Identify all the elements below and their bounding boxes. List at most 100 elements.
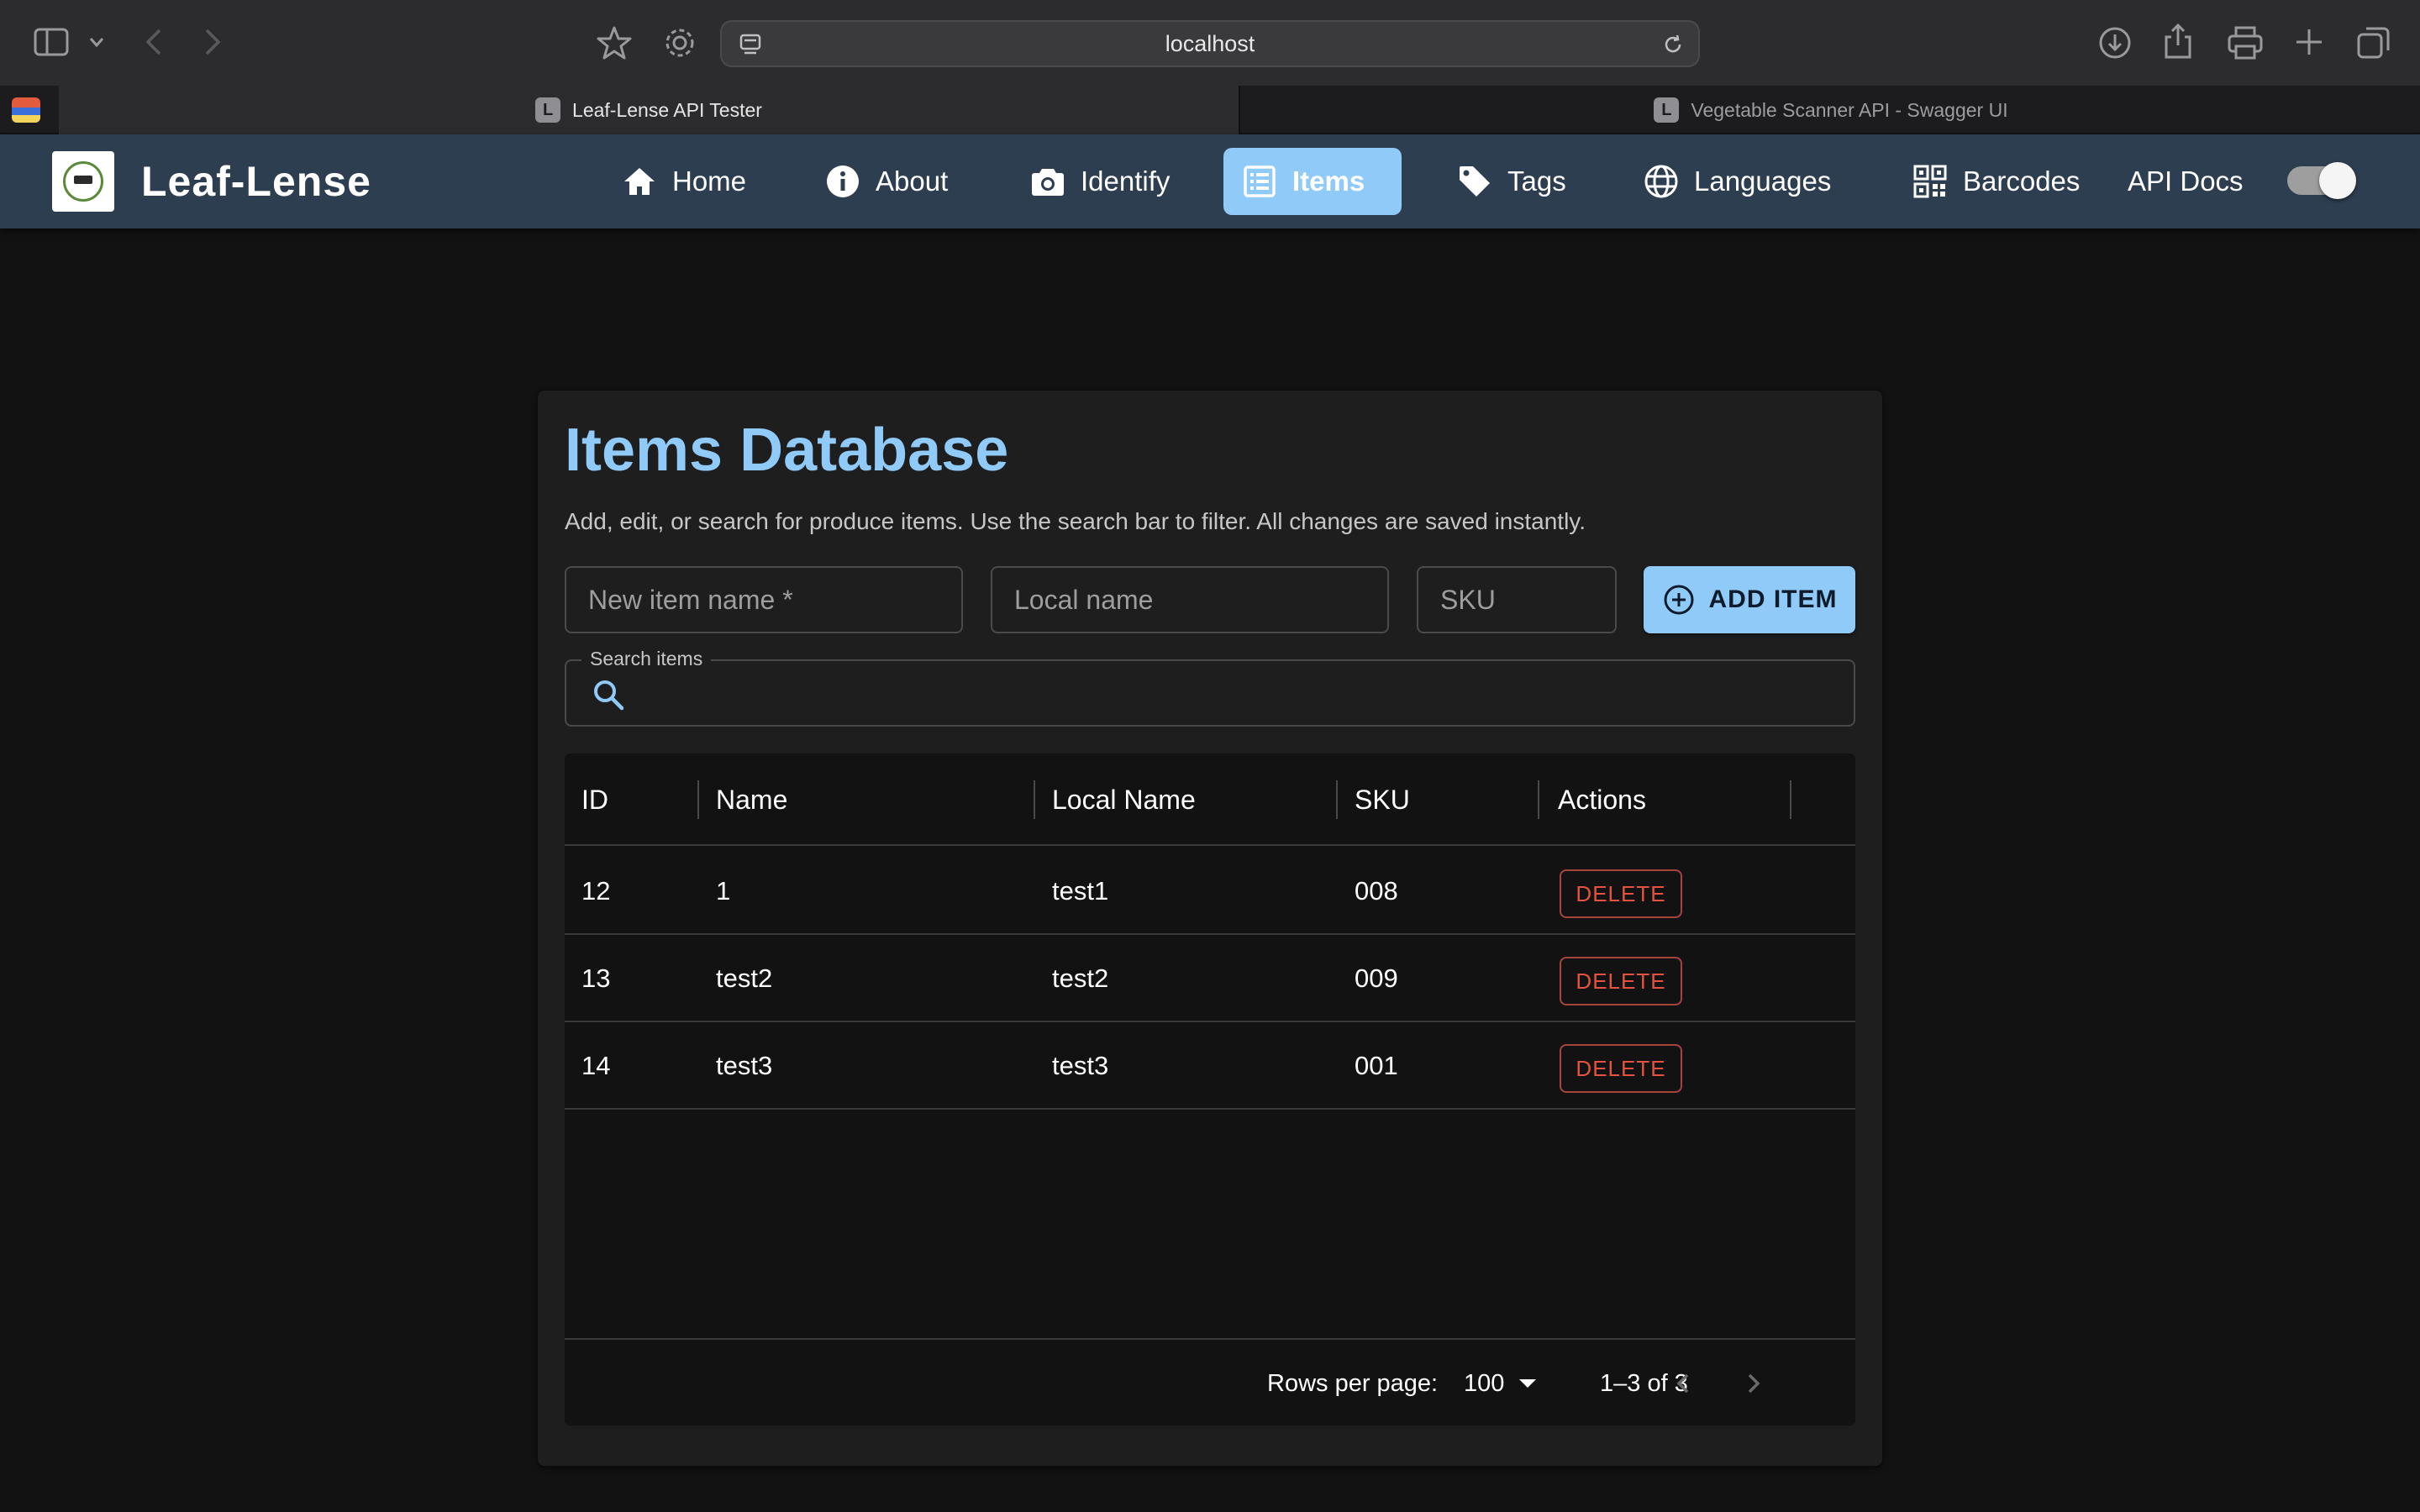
forward-icon[interactable] [200,25,225,59]
browser-toolbar: localhost [0,0,2420,86]
add-circle-icon [1664,585,1693,615]
chevron-down-icon[interactable] [87,34,106,50]
cell-id: 14 [581,1051,611,1080]
print-icon[interactable] [2227,25,2264,60]
home-icon [624,168,655,195]
cell-sku[interactable]: 008 [1355,848,1398,935]
cell-sku[interactable]: 001 [1355,1022,1398,1110]
cell-name[interactable]: 1 [716,848,730,935]
column-header-sku[interactable]: SKU [1355,753,1410,846]
add-item-button[interactable]: ADD ITEM [1644,566,1855,633]
pinned-tab-icon[interactable] [12,97,40,123]
items-table: ID Name Local Name SKU Actions 12 1 test… [565,753,1855,1425]
rows-per-page-select[interactable]: 100 [1464,1340,1537,1427]
cell-sku[interactable]: 009 [1355,935,1398,1022]
cell-local-name[interactable]: test1 [1052,848,1108,935]
tab-label: Vegetable Scanner API - Swagger UI [1691,98,2008,121]
column-separator[interactable] [1538,780,1539,819]
url-text[interactable]: localhost [722,22,1698,66]
tab-bar: L Leaf-Lense API Tester L Vegetable Scan… [0,86,2420,134]
theme-toggle[interactable] [2287,162,2356,199]
nav-languages[interactable]: Languages [1625,148,1849,215]
qr-code-icon [1913,165,1947,198]
column-separator[interactable] [1790,780,1791,819]
column-separator[interactable] [697,780,699,819]
field-placeholder: SKU [1440,584,1496,615]
sku-input[interactable]: SKU [1417,566,1617,633]
nav-home[interactable]: Home [603,148,765,215]
back-icon[interactable] [141,25,166,59]
search-label: Search items [581,648,712,670]
page-subtitle: Add, edit, or search for produce items. … [565,508,1586,534]
gear-icon[interactable] [662,25,697,60]
table-row[interactable]: 12 1 test1 008 DELETE [565,848,1855,935]
page-title: Items Database [565,417,1009,484]
info-icon [827,165,859,197]
tab-overview-icon[interactable] [2356,25,2391,60]
delete-button[interactable]: DELETE [1560,957,1682,1005]
column-header-name[interactable]: Name [716,753,787,846]
reload-icon[interactable] [1661,33,1685,56]
delete-button[interactable]: DELETE [1560,1044,1682,1093]
tab-favicon: L [535,97,561,123]
items-card: Items Database Add, edit, or search for … [538,391,1882,1466]
nav-items[interactable]: Items [1223,148,1402,215]
share-icon[interactable] [2161,22,2195,60]
local-name-input[interactable]: Local name [991,566,1389,633]
camera-icon [1032,169,1064,196]
nav-identify[interactable]: Identify [1012,148,1188,215]
delete-button[interactable]: DELETE [1560,869,1682,918]
next-page-icon[interactable] [1736,1367,1770,1400]
column-separator[interactable] [1336,780,1338,819]
tab-swagger[interactable]: L Vegetable Scanner API - Swagger UI [1242,86,2420,134]
column-header-local-name[interactable]: Local Name [1052,753,1196,846]
rows-per-page-label: Rows per page: [1267,1369,1439,1397]
nav-about[interactable]: About [807,148,966,215]
cell-id: 13 [581,963,611,993]
nav-label: API Docs [2128,165,2244,197]
cell-local-name[interactable]: test3 [1052,1022,1108,1110]
nav-label: About [876,165,949,197]
star-icon[interactable] [597,25,632,60]
previous-page-icon[interactable] [1667,1367,1701,1400]
cell-id: 12 [581,876,611,906]
nav-label: Barcodes [1963,165,2081,197]
tag-icon [1460,166,1490,197]
list-icon [1244,165,1276,197]
sidebar-icon[interactable] [34,27,69,57]
nav-label: Tags [1507,165,1566,197]
tab-label: Leaf-Lense API Tester [572,98,762,121]
cell-name[interactable]: test2 [716,935,772,1022]
column-header-id[interactable]: ID [581,753,608,846]
search-icon [594,680,624,711]
nav-api-docs[interactable]: API Docs [2109,148,2262,215]
new-item-name-input[interactable]: New item name * [565,566,963,633]
globe-icon [1644,165,1678,198]
toggle-knob [2319,162,2356,199]
tab-leaf-lense[interactable]: L Leaf-Lense API Tester [59,86,1240,134]
add-item-label: ADD ITEM [1708,585,1838,613]
address-bar[interactable]: localhost [720,20,1700,67]
table-row[interactable]: 13 test2 test2 009 DELETE [565,935,1855,1022]
tab-favicon: L [1654,97,1680,123]
nav-tags[interactable]: Tags [1439,148,1585,215]
search-input[interactable]: Search items [565,648,1855,727]
brand-title[interactable]: Leaf-Lense [141,134,371,228]
app-bar: Leaf-Lense Home About Identify Items Tag… [0,134,2420,228]
nav-label: Languages [1694,165,1832,197]
app-logo[interactable] [52,151,114,212]
field-placeholder: Local name [1014,584,1154,615]
cell-name[interactable]: test3 [716,1022,772,1110]
table-pagination: Rows per page: 100 1–3 of 3 [565,1338,1855,1425]
nav-barcodes[interactable]: Barcodes [1894,148,2098,215]
column-separator[interactable] [1034,780,1035,819]
new-tab-icon[interactable] [2292,25,2326,59]
dropdown-arrow-icon [1519,1379,1537,1388]
nav-label: Items [1292,165,1365,197]
column-header-actions: Actions [1558,784,1646,815]
cell-local-name[interactable]: test2 [1052,935,1108,1022]
nav-label: Identify [1081,165,1171,197]
table-row[interactable]: 14 test3 test3 001 DELETE [565,1022,1855,1110]
field-placeholder: New item name * [588,584,793,615]
download-icon[interactable] [2097,25,2133,60]
